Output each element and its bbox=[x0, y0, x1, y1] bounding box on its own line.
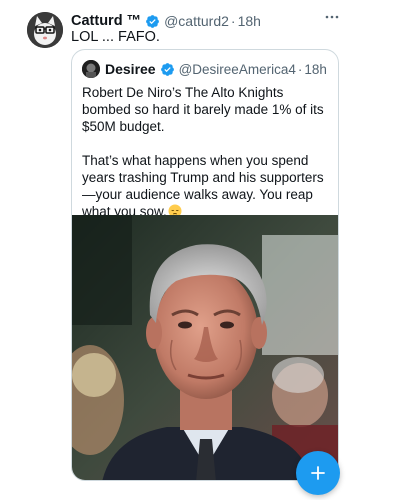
portrait-photo-image bbox=[72, 215, 338, 480]
quoted-tweet-text: Robert De Niro’s The Alto Knights bombed… bbox=[82, 84, 332, 220]
quoted-tweet-header: Desiree @DesireeAmerica4 · 18h bbox=[82, 60, 327, 78]
tweet: Catturd ™ @catturd2 · 18h LOL ... FAFO. … bbox=[0, 0, 404, 500]
quoted-timestamp[interactable]: 18h bbox=[304, 62, 327, 77]
quoted-author-handle[interactable]: @DesireeAmerica4 bbox=[179, 62, 296, 77]
author-name[interactable]: Catturd ™ bbox=[71, 13, 141, 29]
author-handle[interactable]: @catturd2 bbox=[164, 13, 229, 29]
quoted-avatar[interactable] bbox=[82, 60, 100, 78]
quoted-photo[interactable] bbox=[72, 215, 338, 480]
quoted-paragraph-2-text: That’s what happens when you spend years… bbox=[82, 153, 324, 219]
verified-badge-icon bbox=[160, 62, 175, 77]
quoted-paragraph-1: Robert De Niro’s The Alto Knights bombed… bbox=[82, 85, 324, 134]
quoted-tweet[interactable]: Desiree @DesireeAmerica4 · 18h Robert De… bbox=[71, 49, 339, 481]
timestamp[interactable]: 18h bbox=[238, 13, 261, 29]
quoted-avatar-icon bbox=[82, 60, 100, 78]
tweet-text: LOL ... FAFO. bbox=[71, 29, 160, 45]
more-options-icon[interactable] bbox=[324, 10, 340, 24]
cat-avatar-icon bbox=[27, 12, 63, 48]
avatar[interactable] bbox=[27, 12, 63, 48]
quoted-paragraph-2: That’s what happens when you spend years… bbox=[82, 152, 332, 220]
quoted-author-name[interactable]: Desiree bbox=[105, 61, 156, 77]
plus-icon bbox=[311, 466, 325, 480]
separator: · bbox=[297, 61, 303, 77]
verified-badge-icon bbox=[145, 14, 160, 29]
separator: · bbox=[230, 13, 236, 29]
compose-button[interactable] bbox=[296, 451, 340, 495]
